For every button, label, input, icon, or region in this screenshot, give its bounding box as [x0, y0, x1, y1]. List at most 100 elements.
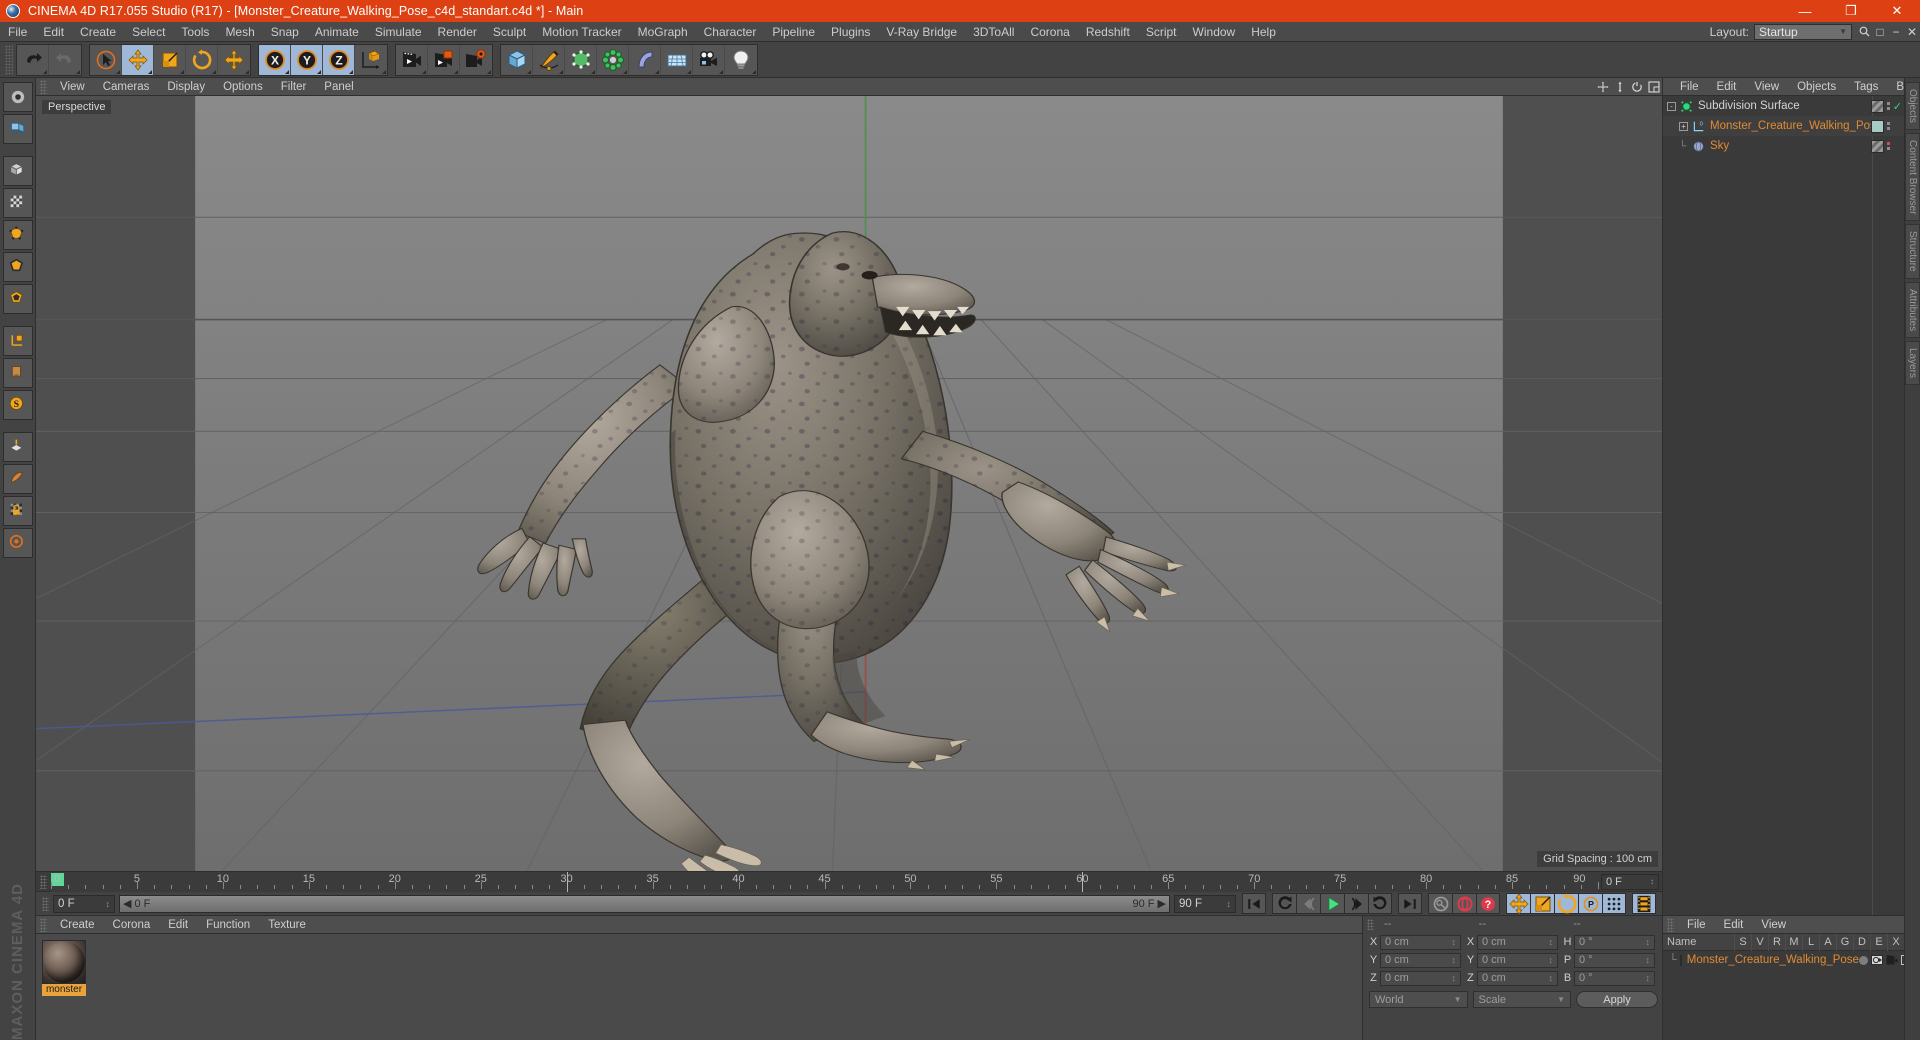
- go-to-start-button[interactable]: [1242, 893, 1266, 914]
- menu-item-sculpt[interactable]: Sculpt: [485, 22, 534, 42]
- column-l[interactable]: L: [1802, 933, 1819, 951]
- material-menu-create[interactable]: Create: [51, 916, 104, 934]
- dropdown-corner-icon[interactable]: [752, 69, 756, 74]
- key-parameter-button[interactable]: [1602, 893, 1626, 914]
- coord-rotation-field-2[interactable]: 0 ° ↕: [1574, 970, 1655, 986]
- dot-icon[interactable]: [1858, 955, 1868, 965]
- maximize-viewport-icon[interactable]: [1645, 78, 1662, 96]
- menu-item-edit[interactable]: Edit: [35, 22, 72, 42]
- material-menu-function[interactable]: Function: [197, 916, 259, 934]
- dropdown-corner-icon[interactable]: [317, 69, 321, 74]
- timeline-frame-field[interactable]: 0 F ↕: [1601, 873, 1659, 890]
- menu-item-mograph[interactable]: MoGraph: [630, 22, 696, 42]
- points-mode-tool[interactable]: [2, 220, 33, 250]
- start-frame-field[interactable]: 0 F ↕: [53, 894, 115, 913]
- vertical-tab-content-browser[interactable]: Content Browser: [1905, 132, 1920, 222]
- expander-toggle[interactable]: -: [1667, 101, 1676, 111]
- make-editable-tool[interactable]: [2, 114, 33, 144]
- redo-button[interactable]: [49, 45, 81, 75]
- preview-range-bar[interactable]: ◀ 0 F 90 F ▶: [119, 894, 1170, 913]
- dropdown-corner-icon[interactable]: [180, 69, 184, 74]
- viewport-menu-options[interactable]: Options: [214, 78, 272, 96]
- dropdown-corner-icon[interactable]: [687, 69, 691, 74]
- attribute-menu-edit[interactable]: Edit: [1715, 916, 1753, 934]
- object-menu-objects[interactable]: Objects: [1788, 78, 1845, 96]
- viewport-menu-panel[interactable]: Panel: [315, 78, 362, 96]
- camera-button[interactable]: [693, 44, 725, 75]
- coord-rotation-field-0[interactable]: 0 ° ↕: [1574, 934, 1655, 950]
- range-left-arrow-icon[interactable]: ◀: [123, 897, 131, 910]
- material-menu-grip[interactable]: [40, 917, 47, 932]
- menu-item-file[interactable]: File: [0, 22, 35, 42]
- stepper-icon[interactable]: ↕: [1452, 973, 1457, 983]
- coord-position-field-2[interactable]: 0 cm ↕: [1380, 970, 1461, 986]
- workplane-tool[interactable]: [2, 432, 33, 462]
- dropdown-corner-icon[interactable]: [655, 69, 659, 74]
- world-coordinates-button[interactable]: [355, 45, 387, 75]
- object-tags[interactable]: [1871, 116, 1902, 136]
- record-question-button[interactable]: ?: [1476, 893, 1500, 914]
- lock-y-button[interactable]: Y: [291, 44, 323, 75]
- vertical-tab-layers[interactable]: Layers: [1905, 341, 1920, 386]
- dropdown-corner-icon[interactable]: [527, 69, 531, 74]
- stepper-icon[interactable]: ↕: [1650, 877, 1654, 886]
- menu-item-help[interactable]: Help: [1243, 22, 1284, 42]
- select-tool-button[interactable]: [90, 44, 122, 75]
- undo-button[interactable]: [17, 44, 49, 75]
- column-a[interactable]: A: [1819, 933, 1836, 951]
- column-g[interactable]: G: [1836, 933, 1853, 951]
- lock-z-button[interactable]: Z: [323, 44, 355, 75]
- dropdown-corner-icon[interactable]: [719, 69, 723, 74]
- menu-item-simulate[interactable]: Simulate: [367, 22, 430, 42]
- search-icon[interactable]: [1856, 23, 1872, 41]
- lock-x-button[interactable]: X: [259, 44, 291, 75]
- next-key-button[interactable]: [1368, 893, 1392, 914]
- timeline-ruler[interactable]: 051015202530354045505560657075808590 0 F…: [36, 871, 1662, 892]
- window-minimize-icon[interactable]: −: [1888, 23, 1904, 41]
- attribute-menu-file[interactable]: File: [1678, 916, 1715, 934]
- polygons-mode-tool[interactable]: [2, 284, 33, 314]
- attribute-row[interactable]: └ Monster_Creature_Walking_Pose: [1663, 951, 1912, 969]
- dropdown-corner-icon[interactable]: [349, 69, 353, 74]
- column-x[interactable]: X: [1887, 933, 1904, 951]
- object-menu-file[interactable]: File: [1671, 78, 1708, 96]
- key-scale-button[interactable]: [1530, 893, 1554, 914]
- render-view-button[interactable]: [396, 44, 428, 75]
- timeline-grip[interactable]: [40, 874, 47, 889]
- add-spline-button[interactable]: [533, 44, 565, 75]
- previous-frame-button[interactable]: [1296, 893, 1320, 914]
- dropdown-corner-icon[interactable]: [591, 69, 595, 74]
- nurbs-button[interactable]: [565, 44, 597, 75]
- viewport-menu-grip[interactable]: [40, 79, 47, 94]
- visibility-dots[interactable]: [1886, 102, 1890, 110]
- close-button[interactable]: ✕: [1874, 0, 1920, 22]
- menu-item-create[interactable]: Create: [72, 22, 124, 42]
- dropdown-corner-icon[interactable]: [76, 69, 80, 74]
- object-tree[interactable]: - Subdivision Surface ✓ +0 Monster_Creature_…: [1663, 96, 1904, 915]
- autokeying-button[interactable]: [1452, 893, 1476, 914]
- apply-button[interactable]: Apply: [1576, 991, 1658, 1008]
- window-close-icon[interactable]: ✕: [1904, 23, 1920, 41]
- menu-item-character[interactable]: Character: [696, 22, 765, 42]
- object-row[interactable]: └ Sky: [1663, 136, 1904, 156]
- dropdown-corner-icon[interactable]: [382, 69, 386, 74]
- perspective-viewport[interactable]: Perspective Grid Spacing : 100 cm: [36, 96, 1662, 871]
- material-menu-corona[interactable]: Corona: [104, 916, 160, 934]
- coord-size-field-2[interactable]: 0 cm ↕: [1477, 970, 1558, 986]
- column-s[interactable]: S: [1734, 933, 1751, 951]
- attribute-menu-view[interactable]: View: [1752, 916, 1795, 934]
- menu-item-script[interactable]: Script: [1138, 22, 1185, 42]
- add-cube-button[interactable]: [501, 44, 533, 75]
- model-mode-tool[interactable]: [2, 156, 33, 186]
- dropdown-corner-icon[interactable]: [148, 69, 152, 74]
- coord-position-field-1[interactable]: 0 cm ↕: [1380, 952, 1461, 968]
- stepper-icon[interactable]: ↕: [1549, 937, 1554, 947]
- vertical-tab-attributes[interactable]: Attributes: [1905, 281, 1920, 339]
- array-button[interactable]: [597, 44, 629, 75]
- object-tag-icon[interactable]: [1870, 99, 1884, 113]
- rotate-tool-button[interactable]: [186, 44, 218, 75]
- stepper-icon[interactable]: ↕: [1646, 937, 1651, 947]
- pan-icon[interactable]: [1594, 78, 1611, 96]
- menu-item-plugins[interactable]: Plugins: [823, 22, 878, 42]
- coord-size-field-1[interactable]: 0 cm ↕: [1477, 952, 1558, 968]
